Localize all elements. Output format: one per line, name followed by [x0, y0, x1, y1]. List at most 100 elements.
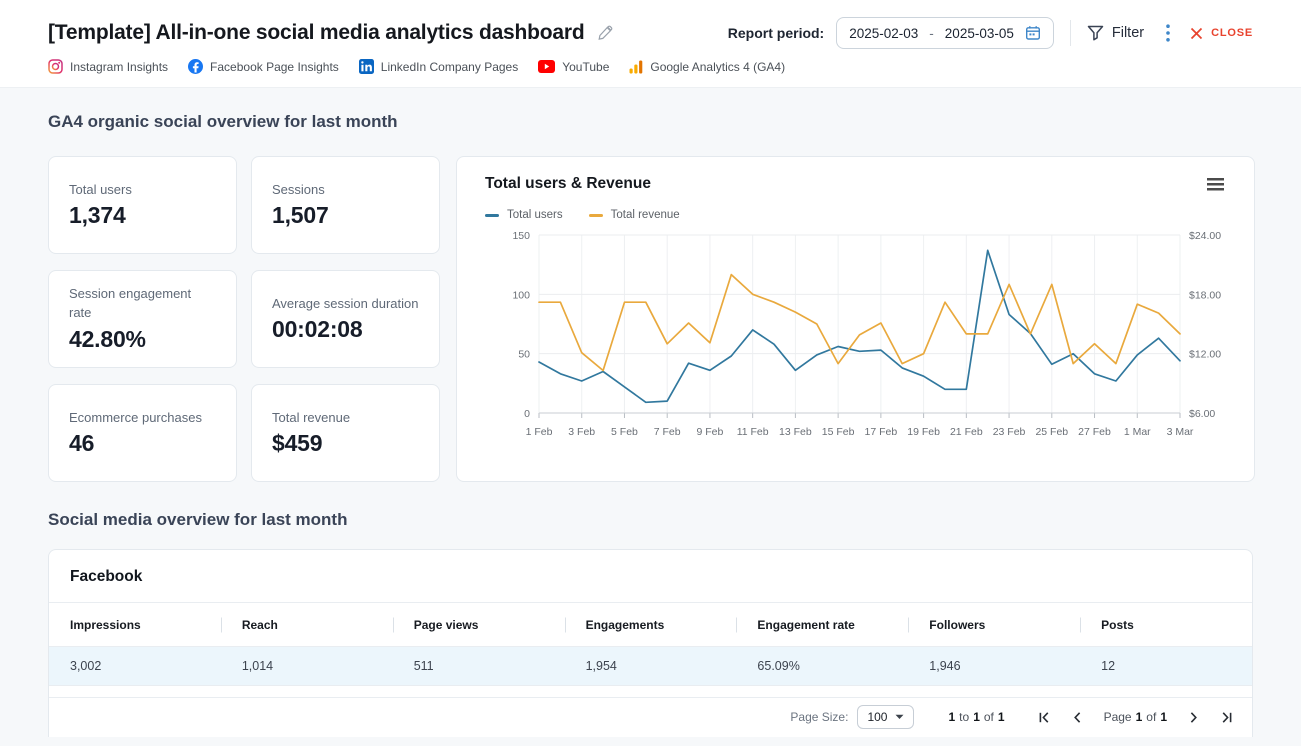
stat-value: 42.80% — [69, 326, 216, 353]
close-button[interactable]: CLOSE — [1190, 27, 1253, 40]
source-item-google-analytics-4-ga4: Google Analytics 4 (GA4) — [629, 60, 785, 74]
svg-text:$6.00: $6.00 — [1189, 408, 1215, 420]
kebab-icon — [1166, 24, 1170, 42]
page-title: [Template] All-in-one social media analy… — [48, 21, 585, 45]
svg-text:100: 100 — [512, 289, 530, 301]
social-section-heading: Social media overview for last month — [48, 510, 1253, 530]
table-row: 3,0021,0145111,95465.09%1,94612 — [49, 646, 1252, 686]
youtube-icon — [538, 60, 555, 73]
next-page-button[interactable] — [1190, 712, 1198, 723]
table-cell: 1,946 — [908, 647, 1080, 685]
pencil-icon — [597, 25, 613, 41]
svg-text:17 Feb: 17 Feb — [865, 426, 898, 438]
column-header-engagement-rate: Engagement rate — [736, 603, 908, 646]
legend-label: Total revenue — [611, 209, 680, 221]
close-icon — [1190, 27, 1203, 40]
linkedin-icon — [359, 59, 374, 74]
source-item-instagram-insights: Instagram Insights — [48, 59, 168, 74]
ga4-section-heading: GA4 organic social overview for last mon… — [48, 112, 1253, 132]
filter-button[interactable]: Filter — [1087, 25, 1144, 41]
table-footer: Page Size: 100 1to1of1 — [49, 697, 1252, 737]
svg-text:$24.00: $24.00 — [1189, 230, 1221, 242]
stat-value: 46 — [69, 430, 216, 457]
table-cell: 1,954 — [565, 647, 737, 685]
chart-menu-button[interactable] — [1205, 176, 1226, 193]
stat-card-total-users: Total users1,374 — [48, 156, 237, 254]
edit-title-button[interactable] — [597, 25, 613, 41]
last-page-button[interactable] — [1221, 712, 1232, 723]
chart-card: Total users & Revenue Total usersTotal r… — [456, 156, 1255, 482]
dashboard-page: [Template] All-in-one social media analy… — [0, 0, 1301, 746]
column-header-page-views: Page views — [393, 603, 565, 646]
svg-text:0: 0 — [524, 408, 530, 420]
close-label: CLOSE — [1211, 27, 1253, 39]
source-item-facebook-page-insights: Facebook Page Insights — [188, 59, 339, 74]
date-to: 2025-03-05 — [945, 26, 1014, 41]
svg-text:21 Feb: 21 Feb — [950, 426, 983, 438]
svg-text:25 Feb: 25 Feb — [1035, 426, 1068, 438]
svg-text:19 Feb: 19 Feb — [907, 426, 940, 438]
hamburger-icon — [1207, 178, 1224, 191]
column-header-engagements: Engagements — [565, 603, 737, 646]
stat-card-session-engagement-rate: Session engagement rate 42.80% — [48, 270, 237, 368]
page-size-select[interactable]: 100 — [857, 705, 914, 729]
svg-text:23 Feb: 23 Feb — [993, 426, 1026, 438]
filter-label: Filter — [1112, 25, 1144, 41]
page-indicator: Page1of1 — [1104, 710, 1167, 724]
line-chart: 1 Feb3 Feb5 Feb7 Feb9 Feb11 Feb13 Feb15 … — [485, 225, 1226, 453]
filter-icon — [1087, 25, 1104, 41]
facebook-card: Facebook ImpressionsReachPage viewsEngag… — [48, 549, 1253, 737]
stats-grid: Total users1,374 Sessions 1,507 Session eng… — [48, 156, 440, 482]
column-header-reach: Reach — [221, 603, 393, 646]
svg-text:27 Feb: 27 Feb — [1078, 426, 1111, 438]
facebook-title: Facebook — [49, 550, 1252, 602]
column-header-posts: Posts — [1080, 603, 1252, 646]
page-size-label: Page Size: — [790, 710, 848, 724]
column-header-followers: Followers — [908, 603, 1080, 646]
legend-item-total-revenue: Total revenue — [589, 209, 680, 221]
stat-value: $459 — [272, 430, 419, 457]
legend-label: Total users — [507, 209, 563, 221]
table-cell: 3,002 — [49, 647, 221, 685]
column-header-impressions: Impressions — [49, 603, 221, 646]
source-label: Facebook Page Insights — [210, 60, 339, 74]
stat-label: Sessions — [272, 181, 419, 200]
app-header: [Template] All-in-one social media analy… — [0, 0, 1301, 88]
page-body: GA4 organic social overview for last mon… — [0, 112, 1301, 737]
header-divider — [1070, 20, 1071, 46]
stat-value: 1,507 — [272, 202, 419, 229]
calendar-icon — [1025, 25, 1041, 41]
page-size-value: 100 — [867, 710, 887, 724]
svg-text:1 Feb: 1 Feb — [526, 426, 553, 438]
prev-page-button[interactable] — [1073, 712, 1081, 723]
date-separator: - — [929, 26, 934, 41]
svg-text:3 Mar: 3 Mar — [1167, 426, 1194, 438]
facebook-table-body: 3,0021,0145111,95465.09%1,94612 — [49, 646, 1252, 686]
instagram-icon — [48, 59, 63, 74]
stat-label: Total users — [69, 181, 216, 200]
stat-card-sessions: Sessions 1,507 — [251, 156, 440, 254]
svg-text:3 Feb: 3 Feb — [568, 426, 595, 438]
source-list: Instagram Insights Facebook Page Insights… — [48, 59, 1253, 74]
kebab-menu-button[interactable] — [1166, 24, 1170, 42]
table-cell: 1,014 — [221, 647, 393, 685]
stat-label: Total revenue — [272, 409, 419, 428]
source-label: Instagram Insights — [70, 60, 168, 74]
google-analytics-icon — [629, 60, 643, 74]
date-range-picker[interactable]: 2025-02-03 - 2025-03-05 — [836, 17, 1054, 49]
source-item-linkedin-company-pages: LinkedIn Company Pages — [359, 59, 518, 74]
svg-text:1 Mar: 1 Mar — [1124, 426, 1151, 438]
stat-label: Session engagement rate — [69, 285, 216, 323]
source-label: LinkedIn Company Pages — [381, 60, 518, 74]
first-page-button[interactable] — [1039, 712, 1050, 723]
legend-swatch — [589, 214, 603, 217]
source-label: Google Analytics 4 (GA4) — [650, 60, 785, 74]
table-header-row: ImpressionsReachPage viewsEngagementsEng… — [49, 603, 1252, 646]
stat-card-total-revenue: Total revenue $459 — [251, 384, 440, 482]
svg-text:15 Feb: 15 Feb — [822, 426, 855, 438]
svg-text:150: 150 — [512, 230, 530, 242]
legend-item-total-users: Total users — [485, 209, 563, 221]
stat-card-average-session-duration: Average session duration00:02:08 — [251, 270, 440, 368]
legend-swatch — [485, 214, 499, 217]
svg-text:11 Feb: 11 Feb — [737, 426, 769, 438]
